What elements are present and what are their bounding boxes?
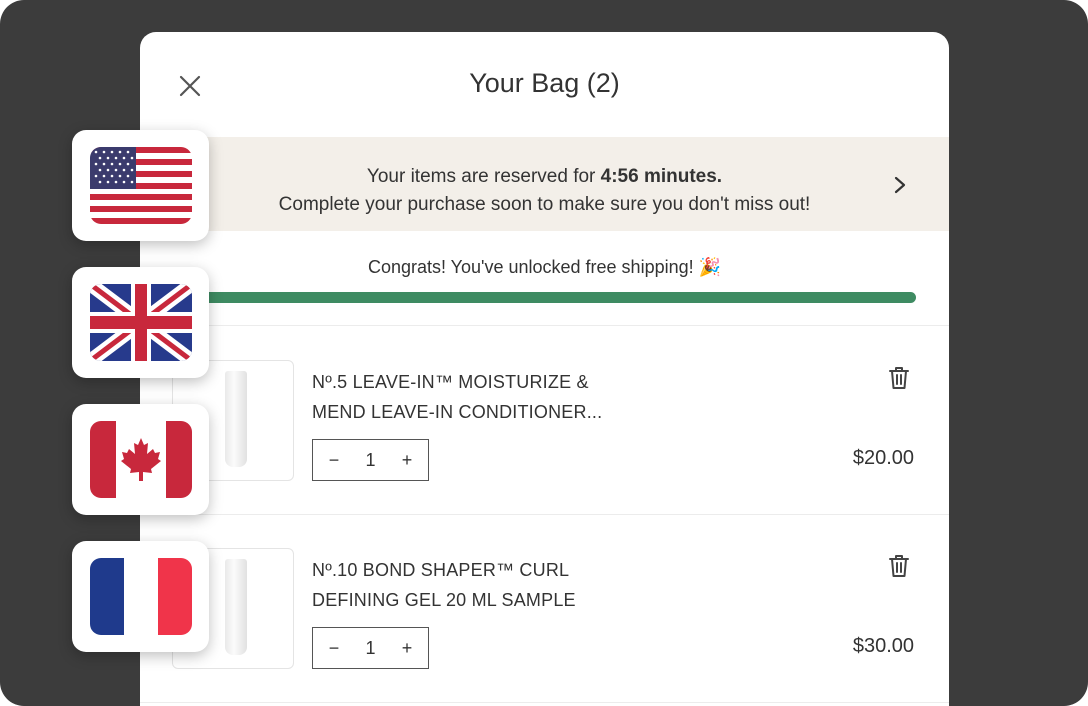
cart-item: Nº.10 BOND SHAPER™ CURL DEFINING GEL 20 … (140, 515, 949, 703)
shipping-progress-fill (170, 292, 916, 303)
product-name[interactable]: Nº.5 LEAVE-IN™ MOISTURIZE & MEND LEAVE-I… (312, 367, 652, 427)
reservation-banner[interactable]: Your items are reserved for 4:56 minutes… (140, 137, 949, 231)
app-frame: Your Bag (2) Your items are reserved for… (0, 0, 1088, 706)
product-price: $20.00 (852, 447, 914, 469)
us-flag-icon (90, 147, 192, 224)
reservation-line-1: Your items are reserved for 4:56 minutes… (140, 163, 949, 191)
quantity-stepper: − 1 + (312, 627, 429, 669)
canada-flag-icon (90, 421, 192, 498)
cart-item: Nº.5 LEAVE-IN™ MOISTURIZE & MEND LEAVE-I… (140, 327, 949, 515)
quantity-value: 1 (365, 637, 376, 658)
increase-quantity-button[interactable]: + (400, 450, 414, 471)
product-tube-graphic (225, 559, 247, 655)
decrease-quantity-button[interactable]: − (327, 638, 341, 659)
reservation-line-2: Complete your purchase soon to make sure… (278, 194, 811, 215)
product-name[interactable]: Nº.10 BOND SHAPER™ CURL DEFINING GEL 20 … (312, 555, 652, 615)
product-name-line-2: MEND LEAVE-IN CONDITIONER... (312, 402, 603, 422)
shipping-progress-bar (170, 292, 916, 303)
decrease-quantity-button[interactable]: − (327, 450, 341, 471)
quantity-value: 1 (365, 449, 376, 470)
product-price: $30.00 (852, 635, 914, 657)
product-name-line-1: Nº.5 LEAVE-IN™ MOISTURIZE & (312, 372, 589, 392)
flag-card-uk[interactable] (72, 267, 209, 378)
increase-quantity-button[interactable]: + (400, 638, 414, 659)
chevron-right-icon[interactable] (891, 175, 909, 195)
free-shipping-message: Congrats! You've unlocked free shipping!… (367, 257, 722, 277)
trash-icon[interactable] (887, 553, 911, 579)
flag-card-france[interactable] (72, 541, 209, 652)
cart-title: Your Bag (2) (469, 68, 620, 98)
reservation-prefix: Your items are reserved for (366, 166, 601, 187)
flag-card-canada[interactable] (72, 404, 209, 515)
product-tube-graphic (225, 371, 247, 467)
free-shipping-section: Congrats! You've unlocked free shipping!… (140, 231, 949, 326)
product-name-line-1: Nº.10 BOND SHAPER™ CURL (312, 560, 570, 580)
cart-header: Your Bag (2) (140, 32, 949, 137)
product-name-line-2: DEFINING GEL 20 ML SAMPLE (312, 590, 576, 610)
flag-card-us[interactable] (72, 130, 209, 241)
france-flag-icon (90, 558, 192, 635)
trash-icon[interactable] (887, 365, 911, 391)
quantity-stepper: − 1 + (312, 439, 429, 481)
cart-drawer: Your Bag (2) Your items are reserved for… (140, 32, 949, 706)
uk-flag-icon (90, 284, 192, 361)
reservation-timer: 4:56 minutes. (600, 166, 723, 187)
